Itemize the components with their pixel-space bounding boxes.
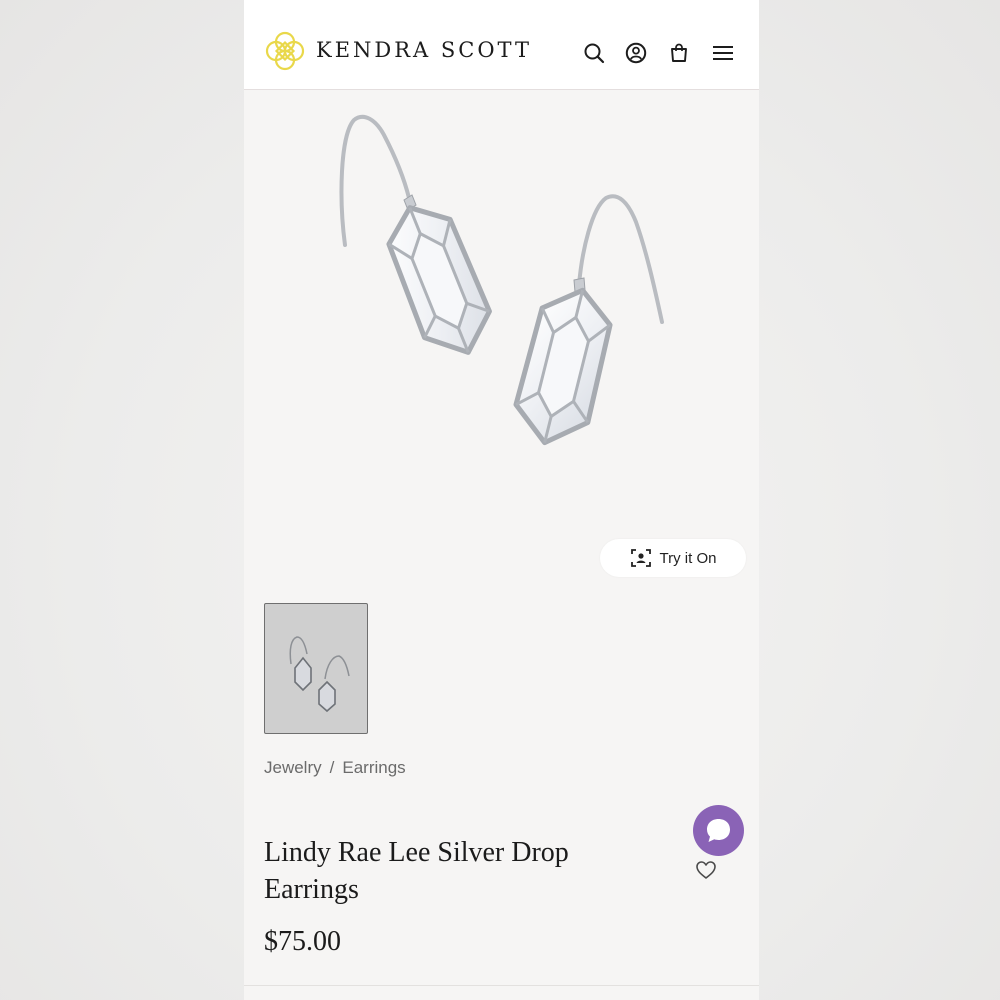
kendra-scott-logo-icon[interactable] [264, 30, 306, 72]
left-earring [339, 114, 492, 355]
right-earring [513, 194, 664, 446]
account-icon[interactable] [625, 42, 647, 64]
brand-name[interactable]: KENDRA SCOTT [316, 38, 532, 62]
thumbnail-earrings-image [289, 636, 350, 713]
product-title: Lindy Rae Lee Silver Drop Earrings [264, 837, 569, 905]
site-header: KENDRA SCOTT [244, 0, 759, 90]
shopping-bag-icon[interactable] [668, 42, 690, 64]
product-price: $75.00 [264, 926, 341, 957]
search-icon[interactable] [583, 42, 605, 64]
phone-screen: KENDRA SCOTT Try it On Jewelry / Earring… [244, 0, 759, 1000]
try-it-on-label: Try it On [659, 549, 717, 567]
chat-button[interactable] [693, 805, 744, 856]
face-scan-icon [630, 547, 652, 569]
breadcrumb-jewelry-link[interactable]: Jewelry [264, 758, 322, 777]
logo-graphic [265, 31, 305, 71]
try-it-on-button[interactable]: Try it On [600, 539, 746, 577]
chat-bubble-icon [707, 819, 730, 842]
breadcrumb: Jewelry / Earrings [264, 758, 406, 778]
breadcrumb-separator: / [329, 758, 335, 777]
product-thumbnail[interactable] [264, 603, 368, 734]
earrings-illustration [339, 114, 664, 446]
menu-icon[interactable] [712, 42, 734, 64]
section-divider [244, 985, 759, 986]
product-main-image[interactable] [244, 90, 759, 570]
breadcrumb-earrings-link[interactable]: Earrings [342, 758, 405, 777]
wishlist-heart-icon[interactable] [695, 859, 717, 881]
